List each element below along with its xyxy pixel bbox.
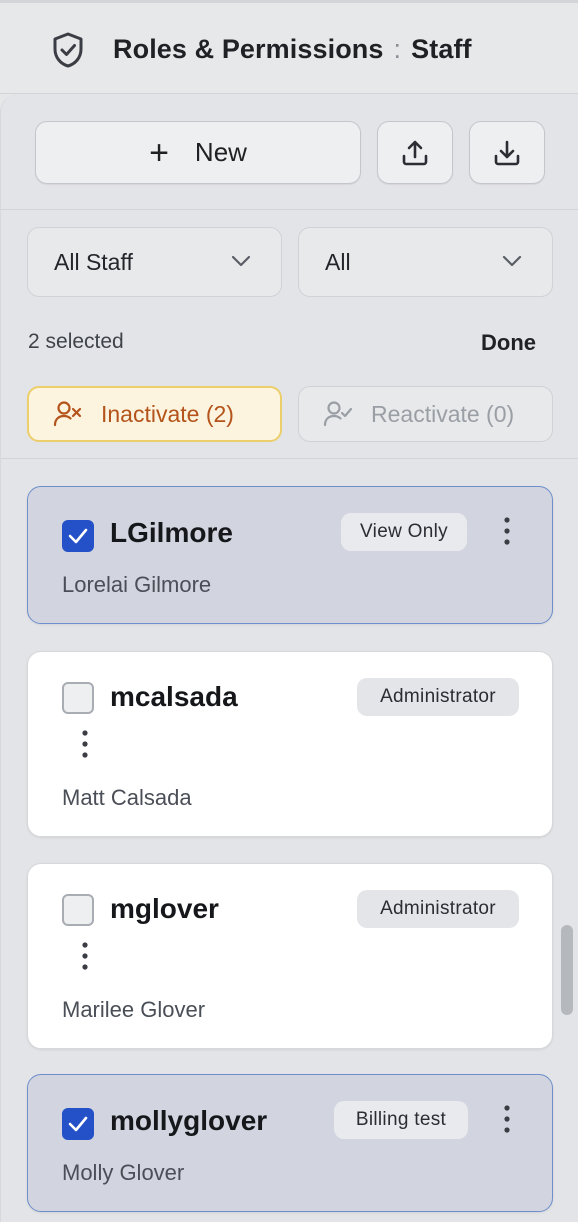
new-staff-button[interactable]: + New xyxy=(35,121,361,184)
more-options-icon[interactable] xyxy=(80,729,90,759)
reactivate-button[interactable]: Reactivate (0) xyxy=(298,386,553,442)
status-filter-value: All xyxy=(325,248,351,275)
role-badge: Administrator xyxy=(357,890,519,928)
staff-full-name: Lorelai Gilmore xyxy=(62,572,212,597)
more-options-icon[interactable] xyxy=(502,1104,512,1134)
breadcrumb-current: Staff xyxy=(411,34,472,64)
row-checkbox[interactable] xyxy=(62,1108,94,1140)
done-button[interactable]: Done xyxy=(481,330,536,356)
staff-panel: + New All Staff All 2 selected Done Inac… xyxy=(0,94,578,1222)
download-button[interactable] xyxy=(469,121,545,184)
staff-username: mcalsada xyxy=(110,681,238,712)
user-x-icon xyxy=(53,401,82,427)
new-button-label: New xyxy=(194,137,247,167)
staff-card[interactable]: mollyglover Billing test Molly Glover xyxy=(27,1074,553,1212)
staff-username: LGilmore xyxy=(110,517,233,548)
staff-full-name: Molly Glover xyxy=(62,1160,185,1185)
role-badge: Administrator xyxy=(357,678,519,716)
staff-username: mollyglover xyxy=(110,1105,268,1136)
user-check-icon xyxy=(323,401,353,427)
role-badge: View Only xyxy=(341,513,467,551)
staff-username: mglover xyxy=(110,893,219,924)
upload-button[interactable] xyxy=(377,121,453,184)
staff-card[interactable]: mcalsada Administrator Matt Calsada xyxy=(27,651,553,837)
status-filter-select[interactable]: All xyxy=(298,227,553,297)
staff-card[interactable]: mglover Administrator Marilee Glover xyxy=(27,863,553,1049)
row-checkbox[interactable] xyxy=(62,894,94,926)
page-title: Roles & Permissions: Staff xyxy=(113,34,472,65)
inactivate-label: Inactivate (2) xyxy=(101,400,234,427)
more-options-icon[interactable] xyxy=(80,941,90,971)
role-badge: Billing test xyxy=(334,1101,468,1139)
staff-card[interactable]: LGilmore View Only Lorelai Gilmore xyxy=(27,486,553,624)
staff-list[interactable]: LGilmore View Only Lorelai Gilmore mcals… xyxy=(1,458,578,1222)
staff-full-name: Matt Calsada xyxy=(62,785,192,810)
breadcrumb-root[interactable]: Roles & Permissions xyxy=(113,34,384,64)
selected-count: 2 selected xyxy=(28,330,124,353)
checkmark-icon xyxy=(68,1116,88,1132)
shield-check-icon xyxy=(53,32,83,68)
more-options-icon[interactable] xyxy=(502,516,512,546)
download-icon xyxy=(494,140,520,165)
staff-full-name: Marilee Glover xyxy=(62,997,206,1022)
breadcrumb-separator: : xyxy=(393,34,402,64)
chevron-down-icon xyxy=(502,255,522,267)
reactivate-label: Reactivate (0) xyxy=(371,400,515,427)
inactivate-button[interactable]: Inactivate (2) xyxy=(27,386,282,442)
scrollbar-thumb[interactable] xyxy=(561,925,573,1015)
upload-icon xyxy=(402,140,428,165)
row-checkbox[interactable] xyxy=(62,520,94,552)
staff-filter-value: All Staff xyxy=(54,248,133,275)
checkmark-icon xyxy=(68,528,88,544)
row-checkbox[interactable] xyxy=(62,682,94,714)
chevron-down-icon xyxy=(231,255,251,267)
staff-filter-select[interactable]: All Staff xyxy=(27,227,282,297)
toolbar-divider xyxy=(1,209,578,210)
plus-icon: + xyxy=(149,133,169,172)
app-header: Roles & Permissions: Staff xyxy=(0,0,578,94)
